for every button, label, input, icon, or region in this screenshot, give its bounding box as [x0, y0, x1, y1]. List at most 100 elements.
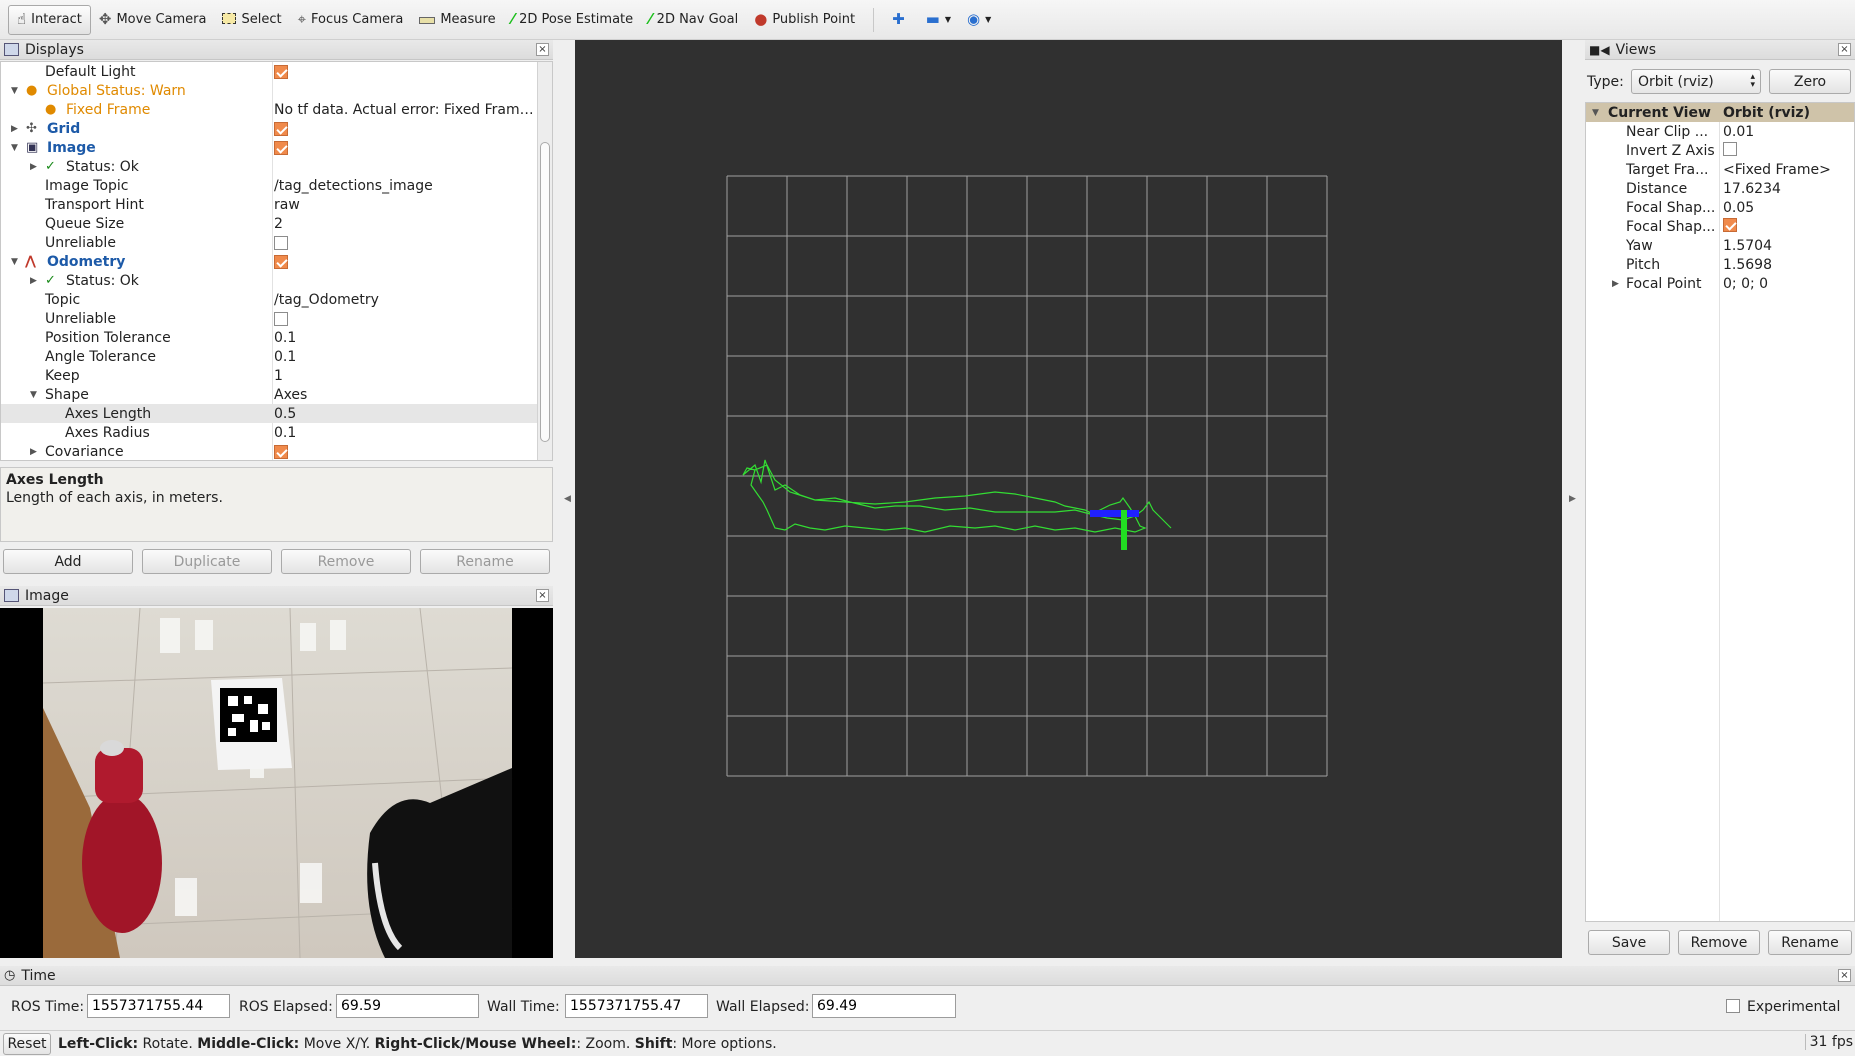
- display-row-transport-hint[interactable]: Transport Hint raw: [1, 195, 539, 214]
- display-row-axes-length[interactable]: Axes Length 0.5: [1, 404, 539, 423]
- expand-arrow-icon[interactable]: ▼: [30, 390, 37, 400]
- expand-arrow-icon[interactable]: ▶: [11, 124, 18, 134]
- description-title: Axes Length: [6, 472, 104, 488]
- close-icon[interactable]: ×: [536, 43, 549, 56]
- visibility-tool-button[interactable]: ◉ ▼: [959, 5, 999, 35]
- nav-goal-tool-button[interactable]: ⁄ 2D Nav Goal: [641, 5, 746, 35]
- view-prop-focal-point[interactable]: ▶ Focal Point 0; 0; 0: [1586, 274, 1854, 293]
- display-row-image-status[interactable]: ▶ ✓ Status: Ok: [1, 157, 539, 176]
- view-prop-invert-z[interactable]: Invert Z Axis: [1586, 141, 1854, 160]
- render-viewport[interactable]: [575, 40, 1562, 958]
- display-row-image-topic[interactable]: Image Topic /tag_detections_image: [1, 176, 539, 195]
- expand-arrow-icon[interactable]: ▼: [1592, 108, 1599, 118]
- expand-arrow-icon[interactable]: ▼: [11, 257, 18, 267]
- expand-arrow-icon[interactable]: ▼: [11, 86, 18, 96]
- display-row-odometry-status[interactable]: ▶ ✓ Status: Ok: [1, 271, 539, 290]
- view-type-select[interactable]: Orbit (rviz) ▴ ▾: [1631, 69, 1761, 94]
- wall-time-field[interactable]: [565, 994, 708, 1018]
- add-tool-button[interactable]: ✚: [884, 5, 918, 35]
- ros-time-field[interactable]: [87, 994, 230, 1018]
- duplicate-display-button[interactable]: Duplicate: [142, 549, 272, 574]
- interact-tool-button[interactable]: ☝ Interact: [8, 4, 91, 35]
- image-unreliable-checkbox[interactable]: [274, 235, 288, 250]
- move-camera-tool-button[interactable]: ✥ Move Camera: [91, 5, 215, 35]
- experimental-label: Experimental: [1747, 999, 1841, 1015]
- display-row-angle-tolerance[interactable]: Angle Tolerance 0.1: [1, 347, 539, 366]
- views-panel-header: ■◀ Views ×: [1585, 40, 1855, 60]
- display-row-position-tolerance[interactable]: Position Tolerance 0.1: [1, 328, 539, 347]
- select-tool-button[interactable]: Select: [214, 5, 289, 35]
- prop-label: Pitch: [1626, 256, 1661, 273]
- row-value: /tag_detections_image: [274, 177, 433, 194]
- expand-arrow-icon[interactable]: ▶: [1612, 279, 1619, 289]
- prop-value: 17.6234: [1723, 180, 1781, 197]
- pose-estimate-tool-button[interactable]: ⁄ 2D Pose Estimate: [504, 5, 642, 35]
- display-row-image-unreliable[interactable]: Unreliable: [1, 233, 539, 252]
- invert-z-checkbox[interactable]: [1723, 141, 1737, 156]
- green-arrow-icon: ⁄: [649, 10, 652, 28]
- remove-display-button[interactable]: Remove: [281, 549, 411, 574]
- default-light-checkbox[interactable]: [274, 64, 288, 79]
- view-prop-target-frame[interactable]: Target Fra... <Fixed Frame>: [1586, 160, 1854, 179]
- grid-icon: ✣: [26, 121, 37, 136]
- close-icon[interactable]: ×: [536, 589, 549, 602]
- display-row-keep[interactable]: Keep 1: [1, 366, 539, 385]
- remove-view-button[interactable]: Remove: [1678, 930, 1760, 955]
- row-label: Axes Radius: [65, 424, 150, 441]
- prop-value: 1.5704: [1723, 237, 1772, 254]
- scrollbar-thumb[interactable]: [540, 142, 550, 442]
- measure-tool-button[interactable]: Measure: [411, 5, 503, 35]
- view-prop-distance[interactable]: Distance 17.6234: [1586, 179, 1854, 198]
- display-row-global-status[interactable]: ▼ ● Global Status: Warn: [1, 81, 539, 100]
- grid-checkbox[interactable]: [274, 121, 288, 136]
- close-icon[interactable]: ×: [1838, 43, 1851, 56]
- display-row-odometry-topic[interactable]: Topic /tag_Odometry: [1, 290, 539, 309]
- covariance-checkbox[interactable]: [274, 444, 288, 459]
- display-row-fixed-frame[interactable]: ● Fixed Frame No tf data. Actual error: …: [1, 100, 539, 119]
- reset-button[interactable]: Reset: [3, 1033, 51, 1055]
- rename-view-button[interactable]: Rename: [1768, 930, 1852, 955]
- expand-arrow-icon[interactable]: ▶: [30, 162, 37, 172]
- publish-point-tool-button[interactable]: ● Publish Point: [746, 5, 863, 35]
- collapse-left-arrow-icon[interactable]: ◀: [564, 494, 571, 504]
- rename-display-button[interactable]: Rename: [420, 549, 550, 574]
- image-checkbox[interactable]: [274, 140, 288, 155]
- toolbar-separator: [873, 7, 875, 32]
- ros-elapsed-field[interactable]: [336, 994, 479, 1018]
- view-prop-yaw[interactable]: Yaw 1.5704: [1586, 236, 1854, 255]
- display-row-image[interactable]: ▼ ▣ Image: [1, 138, 539, 157]
- display-row-shape[interactable]: ▼ Shape Axes: [1, 385, 539, 404]
- display-row-odometry-unreliable[interactable]: Unreliable: [1, 309, 539, 328]
- display-row-grid[interactable]: ▶ ✣ Grid: [1, 119, 539, 138]
- view-prop-focal-shape-size[interactable]: Focal Shap... 0.05: [1586, 198, 1854, 217]
- expand-arrow-icon[interactable]: ▶: [30, 447, 37, 457]
- view-prop-focal-shape-fixed[interactable]: Focal Shap...: [1586, 217, 1854, 236]
- collapse-right-arrow-icon[interactable]: ▶: [1569, 494, 1576, 504]
- odometry-checkbox[interactable]: [274, 254, 288, 269]
- remove-tool-button[interactable]: ▬ ▼: [918, 5, 959, 35]
- view-prop-near-clip[interactable]: Near Clip ... 0.01: [1586, 122, 1854, 141]
- close-icon[interactable]: ×: [1838, 969, 1851, 982]
- display-row-odometry[interactable]: ▼ ⋀ Odometry: [1, 252, 539, 271]
- odometry-unreliable-checkbox[interactable]: [274, 311, 288, 326]
- focal-shape-checkbox[interactable]: [1723, 217, 1737, 232]
- row-label: Image Topic: [45, 177, 129, 194]
- expand-arrow-icon[interactable]: ▶: [30, 276, 37, 286]
- display-row-axes-radius[interactable]: Axes Radius 0.1: [1, 423, 539, 442]
- experimental-checkbox[interactable]: [1726, 999, 1740, 1013]
- display-row-covariance[interactable]: ▶ Covariance: [1, 442, 539, 460]
- view-prop-pitch[interactable]: Pitch 1.5698: [1586, 255, 1854, 274]
- displays-scrollbar[interactable]: [537, 62, 552, 460]
- save-view-button[interactable]: Save: [1588, 930, 1670, 955]
- focus-camera-tool-button[interactable]: ⌖ Focus Camera: [290, 5, 412, 35]
- expand-arrow-icon[interactable]: ▼: [11, 143, 18, 153]
- zero-view-button[interactable]: Zero: [1769, 69, 1851, 94]
- row-value: 0.1: [274, 329, 297, 346]
- display-row-default-light[interactable]: Default Light: [1, 62, 539, 81]
- row-label: Angle Tolerance: [45, 348, 157, 365]
- scene-canvas[interactable]: [575, 40, 1562, 958]
- display-row-queue-size[interactable]: Queue Size 2: [1, 214, 539, 233]
- wall-elapsed-field[interactable]: [812, 994, 956, 1018]
- add-display-button[interactable]: Add: [3, 549, 133, 574]
- current-view-row[interactable]: ▼ Current View Orbit (rviz): [1586, 103, 1854, 122]
